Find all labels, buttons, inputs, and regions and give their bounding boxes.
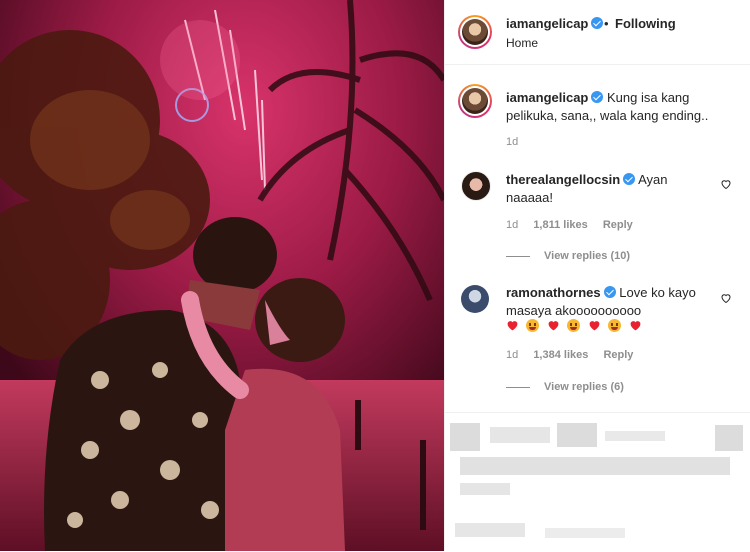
post-side-panel: iamangelicap • Following Home iamangelic… bbox=[444, 0, 750, 551]
comment-likes[interactable]: 1,384 likes bbox=[533, 349, 588, 361]
star-struck-icon bbox=[608, 319, 622, 333]
author-avatar[interactable] bbox=[458, 15, 492, 49]
view-replies-label: View replies (6) bbox=[544, 381, 624, 393]
reply-button[interactable]: Reply bbox=[603, 219, 633, 231]
post-photo[interactable] bbox=[0, 0, 444, 551]
red-heart-icon bbox=[629, 319, 642, 332]
verified-badge-icon bbox=[591, 91, 604, 103]
comment-timestamp[interactable]: 1d bbox=[506, 349, 518, 361]
replies-divider bbox=[506, 255, 530, 257]
verified-badge-icon bbox=[591, 17, 604, 29]
star-struck-icon bbox=[526, 319, 540, 333]
post-photo-art bbox=[0, 0, 444, 551]
comment-timestamp[interactable]: 1d bbox=[506, 219, 518, 231]
post-header: iamangelicap • Following Home bbox=[445, 0, 750, 65]
comment-username[interactable]: therealangellocsin bbox=[506, 172, 620, 187]
comment-likes[interactable]: 1,811 likes bbox=[533, 219, 587, 231]
verified-badge-icon bbox=[603, 286, 616, 298]
comment-avatar[interactable] bbox=[461, 285, 489, 313]
pixelated-area bbox=[445, 412, 750, 552]
comment-1-meta: 1d 1,811 likes Reply bbox=[506, 219, 645, 231]
comment-username[interactable]: ramonathornes bbox=[506, 285, 601, 300]
like-heart-icon[interactable] bbox=[720, 292, 732, 304]
caption-timestamp[interactable]: 1d bbox=[506, 136, 518, 148]
view-replies-label: View replies (10) bbox=[544, 250, 631, 262]
caption-block: iamangelicap Kung isa kang pelikuka, san… bbox=[506, 89, 738, 125]
caption-username[interactable]: iamangelicap bbox=[506, 90, 588, 105]
view-replies-button[interactable]: View replies (10) bbox=[506, 250, 630, 262]
author-username-row[interactable]: iamangelicap bbox=[506, 16, 604, 31]
instagram-post-view: iamangelicap • Following Home iamangelic… bbox=[0, 0, 750, 551]
comment-2: ramonathornes Love ko kayo masaya akoooo… bbox=[506, 284, 716, 320]
location-label[interactable]: Home bbox=[506, 36, 538, 50]
reply-button[interactable]: Reply bbox=[603, 349, 633, 361]
verified-badge-icon bbox=[623, 173, 636, 185]
like-heart-icon[interactable] bbox=[720, 178, 732, 190]
comment-avatar[interactable] bbox=[461, 171, 491, 201]
following-button[interactable]: Following bbox=[615, 16, 676, 31]
red-heart-icon bbox=[588, 319, 601, 332]
comment-1: therealangellocsin Ayan naaaaa! bbox=[506, 171, 716, 207]
comment-2-meta: 1d 1,384 likes Reply bbox=[506, 349, 645, 361]
red-heart-icon bbox=[506, 319, 519, 332]
red-heart-icon bbox=[547, 319, 560, 332]
replies-divider bbox=[506, 386, 530, 388]
star-struck-icon bbox=[567, 319, 581, 333]
header-separator: • bbox=[604, 16, 609, 31]
view-replies-button[interactable]: View replies (6) bbox=[506, 381, 624, 393]
author-username[interactable]: iamangelicap bbox=[506, 16, 588, 31]
caption-avatar[interactable] bbox=[458, 84, 492, 118]
comment-emojis bbox=[506, 317, 645, 333]
